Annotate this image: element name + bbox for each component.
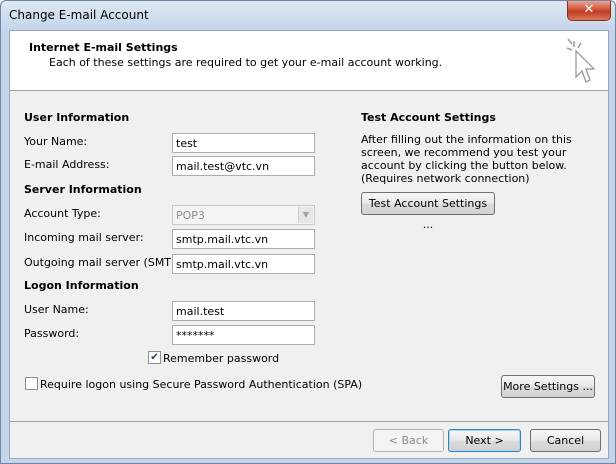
cursor-click-icon [566,38,596,83]
account-type-select: POP3 ▼ [172,205,315,225]
password-input[interactable]: ******* [172,325,315,345]
user-name-input[interactable]: mail.test [172,301,315,321]
remember-password-checkbox[interactable]: ✔ [148,351,161,364]
dialog-window: Change E-mail Account ✕ Internet E-mail … [0,0,616,464]
back-button[interactable]: < Back [373,429,444,452]
close-button[interactable]: ✕ [567,1,611,21]
your-name-input[interactable]: test [172,133,315,153]
more-settings-button[interactable]: More Settings ... [501,375,595,398]
test-account-heading: Test Account Settings [361,111,496,124]
email-address-input[interactable]: mail.test@vtc.vn [172,156,315,176]
spa-checkbox[interactable] [25,377,38,390]
outgoing-server-label: Outgoing mail server (SMTP): [24,256,186,269]
chevron-down-icon: ▼ [298,207,313,223]
account-type-value: POP3 [176,209,205,222]
header-title: Internet E-mail Settings [29,41,178,54]
account-type-label: Account Type: [24,207,101,220]
header-panel: Internet E-mail Settings Each of these s… [10,31,608,91]
test-account-description: After filling out the information on thi… [361,133,572,185]
incoming-server-input[interactable]: smtp.mail.vtc.vn [172,229,315,249]
remember-password-label: Remember password [163,352,280,365]
outgoing-server-input[interactable]: smtp.mail.vtc.vn [172,254,315,274]
password-label: Password: [24,327,80,340]
email-address-label: E-mail Address: [24,158,110,171]
title-bar: Change E-mail Account ✕ [1,1,615,29]
test-account-settings-button[interactable]: Test Account Settings ... [361,192,495,231]
header-subtitle: Each of these settings are required to g… [49,56,443,69]
spa-label: Require logon using Secure Password Auth… [40,378,363,391]
incoming-server-label: Incoming mail server: [24,231,144,244]
window-title: Change E-mail Account [9,8,149,22]
checkmark-icon: ✔ [150,352,159,363]
cancel-button[interactable]: Cancel [530,429,601,452]
server-information-heading: Server Information [24,183,142,196]
user-name-label: User Name: [24,303,89,316]
your-name-label: Your Name: [24,135,88,148]
logon-information-heading: Logon Information [24,279,139,292]
settings-panel: User Information Your Name: test E-mail … [10,92,608,422]
user-information-heading: User Information [24,111,130,124]
next-button[interactable]: Next > [448,429,521,452]
dialog-client: Internet E-mail Settings Each of these s… [9,30,609,459]
